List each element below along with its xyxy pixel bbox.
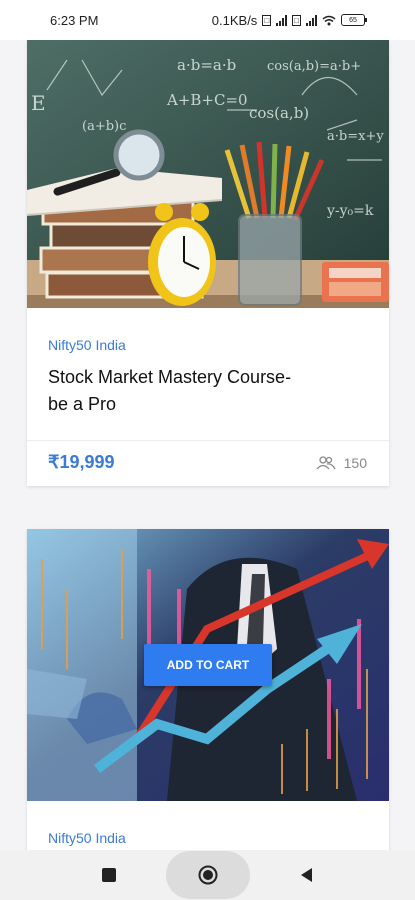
course-price: ₹19,999	[48, 452, 115, 472]
status-icons: 0.1KB/s □ □ 65	[211, 12, 367, 28]
add-to-cart-button[interactable]: ADD TO CART	[144, 644, 272, 686]
triangle-back-icon	[300, 868, 312, 882]
signal-icon	[276, 14, 288, 26]
chalk-formula: A+B+C=0	[166, 91, 248, 109]
course-category[interactable]: Nifty50 India	[48, 337, 126, 353]
chalk-formula: cos(a,b)	[249, 104, 309, 122]
chalk-formula: a·b=x+y	[327, 129, 384, 144]
volte-icon-2: □	[292, 14, 301, 26]
course-image-stock-chart[interactable]: ADD TO CART	[27, 529, 389, 801]
enrolled-count: 150	[316, 455, 367, 471]
users-icon	[316, 456, 336, 470]
students-count: 150	[343, 455, 367, 471]
card-divider	[27, 440, 389, 441]
circle-icon	[198, 865, 217, 885]
recent-apps-button[interactable]	[89, 855, 129, 895]
course-card[interactable]: a·b=a·b cos(a,b)=a·b+ A+B+C=0 cos(a,b) a…	[27, 40, 389, 486]
battery-level: 65	[349, 16, 357, 24]
chalk-formula: cos(a,b)=a·b+	[267, 59, 361, 74]
course-title[interactable]: Stock Market Mastery Course- be a Pro	[48, 364, 308, 418]
back-button[interactable]	[287, 855, 327, 895]
status-time: 6:23 PM	[50, 12, 99, 28]
course-category[interactable]: Nifty50 India	[48, 830, 126, 846]
system-nav-bar	[0, 850, 415, 900]
calculator	[322, 262, 389, 302]
status-bar: 6:23 PM 0.1KB/s □ □ 65	[0, 0, 415, 40]
chalk-formula: E	[31, 91, 46, 115]
chalkboard-illustration: a·b=a·b cos(a,b)=a·b+ A+B+C=0 cos(a,b) a…	[27, 40, 389, 308]
course-image-chalkboard[interactable]: a·b=a·b cos(a,b)=a·b+ A+B+C=0 cos(a,b) a…	[27, 40, 389, 308]
alarm-clock	[148, 203, 216, 306]
chalk-formula: (a+b)c	[82, 119, 126, 134]
wifi-icon	[322, 15, 336, 25]
battery-icon: 65	[341, 14, 367, 26]
chalk-formula: a·b=a·b	[177, 56, 236, 74]
signal-icon-2	[306, 14, 317, 26]
network-speed: 0.1KB/s	[211, 12, 258, 28]
volte-icon: □	[262, 14, 272, 26]
course-card[interactable]: ADD TO CART Nifty50 India	[27, 529, 389, 859]
square-icon	[101, 868, 116, 882]
home-button[interactable]	[165, 851, 250, 899]
chalk-formula: y-y₀=k	[326, 203, 374, 219]
